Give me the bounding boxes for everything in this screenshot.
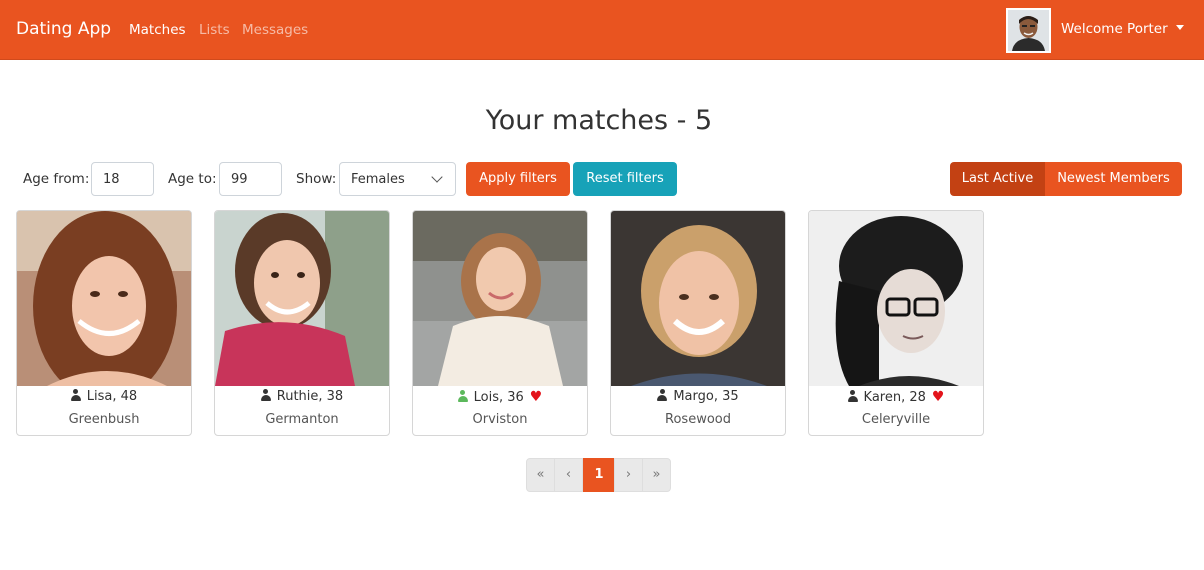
member-city: Celeryville [861, 412, 931, 427]
pagination-next-button[interactable]: › [614, 458, 643, 492]
member-city: Greenbush [68, 412, 140, 427]
page-title: Your matches - 5 [485, 105, 713, 136]
gender-select[interactable]: Females [339, 162, 456, 196]
member-card[interactable]: Lois, 36 ♥ Orviston [412, 210, 588, 436]
member-name-line: Karen, 28 ♥ [809, 389, 983, 405]
pagination-page-button[interactable]: 1 [583, 458, 615, 492]
member-name-age: Lois, 36 [473, 390, 524, 405]
user-online-icon [457, 390, 468, 402]
member-city: Orviston [472, 412, 528, 427]
member-photo [413, 211, 587, 386]
user-icon [657, 389, 668, 401]
age-to-input[interactable] [219, 162, 282, 196]
member-card[interactable]: Karen, 28 ♥ Celeryville [808, 210, 984, 436]
age-from-label: Age from: [23, 171, 90, 187]
sort-newest-members-button[interactable]: Newest Members [1045, 162, 1182, 196]
member-name-line: Lisa, 48 [17, 389, 191, 404]
user-avatar [1006, 8, 1051, 53]
member-photo [215, 211, 389, 386]
top-navbar: Dating App Matches Lists Messages Welcom… [0, 0, 1204, 60]
heart-icon[interactable]: ♥ [932, 389, 945, 405]
chevron-down-icon [431, 171, 443, 183]
show-label: Show: [296, 171, 337, 187]
nav-lists[interactable]: Lists [199, 22, 230, 38]
age-from-input[interactable] [91, 162, 154, 196]
member-card[interactable]: Margo, 35 Rosewood [610, 210, 786, 436]
member-name-age: Ruthie, 38 [276, 389, 344, 404]
user-icon [847, 390, 858, 402]
member-name-age: Lisa, 48 [86, 389, 138, 404]
member-city: Rosewood [665, 412, 731, 427]
age-to-label: Age to: [168, 171, 217, 187]
nav-messages[interactable]: Messages [242, 22, 308, 38]
member-name-line: Ruthie, 38 [215, 389, 389, 404]
gender-select-value: Females [351, 172, 405, 187]
member-photo [611, 211, 785, 386]
heart-icon[interactable]: ♥ [530, 389, 543, 405]
caret-down-icon [1175, 24, 1184, 30]
pagination-first-button[interactable]: « [526, 458, 555, 492]
nav-matches[interactable]: Matches [129, 22, 186, 38]
user-icon [260, 389, 271, 401]
reset-filters-button[interactable]: Reset filters [573, 162, 677, 196]
pagination-prev-button[interactable]: ‹ [554, 458, 583, 492]
member-name-line: Lois, 36 ♥ [413, 389, 587, 405]
member-photo [17, 211, 191, 386]
member-name-age: Karen, 28 [863, 390, 926, 405]
member-name-age: Margo, 35 [673, 389, 739, 404]
brand-link[interactable]: Dating App [16, 19, 111, 39]
user-menu-dropdown[interactable]: Welcome Porter [1061, 21, 1184, 37]
member-city: Germanton [265, 412, 339, 427]
user-icon [70, 389, 81, 401]
member-photo [809, 211, 983, 386]
apply-filters-button[interactable]: Apply filters [466, 162, 570, 196]
member-card[interactable]: Ruthie, 38 Germanton [214, 210, 390, 436]
member-name-line: Margo, 35 [611, 389, 785, 404]
sort-last-active-button[interactable]: Last Active [950, 162, 1045, 196]
pagination-last-button[interactable]: » [642, 458, 671, 492]
member-card[interactable]: Lisa, 48 Greenbush [16, 210, 192, 436]
welcome-text: Welcome Porter [1061, 21, 1168, 37]
